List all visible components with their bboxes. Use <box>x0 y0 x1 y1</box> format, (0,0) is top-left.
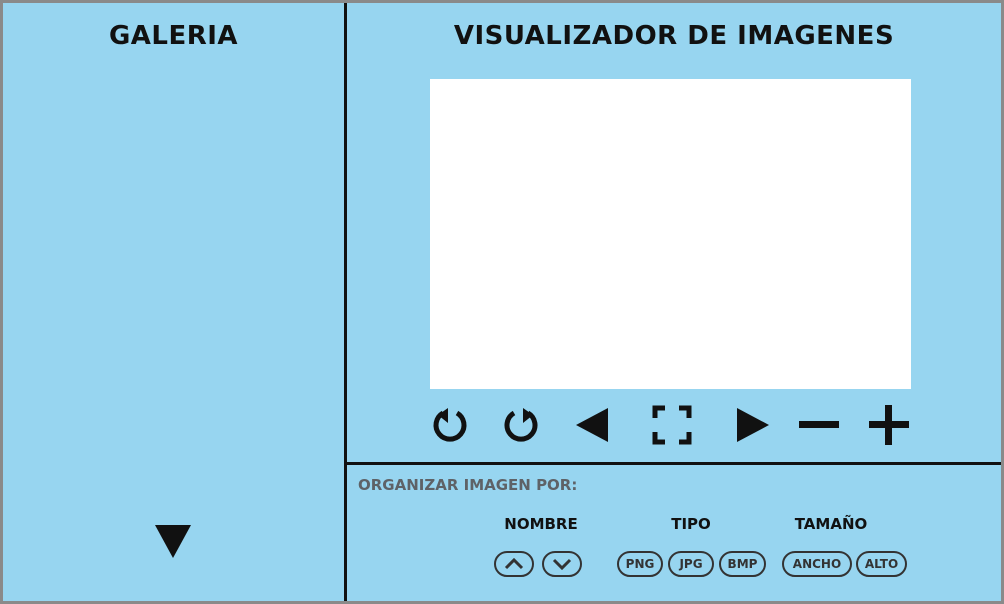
panel-divider-vertical <box>344 3 347 601</box>
rotate-right-button[interactable] <box>499 403 543 447</box>
zoom-out-icon <box>799 421 839 428</box>
gallery-title: GALERIA <box>108 21 239 51</box>
filter-jpg-button[interactable]: JPG <box>668 551 714 577</box>
fullscreen-icon <box>652 405 692 445</box>
triangle-down-icon <box>155 525 191 558</box>
sort-name-ascending-button[interactable] <box>494 551 534 577</box>
sort-name-descending-button[interactable] <box>542 551 582 577</box>
sort-width-button[interactable]: ANCHO <box>782 551 852 577</box>
sort-size-label: TAMAÑO <box>794 515 868 533</box>
filter-bmp-button[interactable]: BMP <box>719 551 766 577</box>
gallery-scroll-down-button[interactable] <box>153 521 193 561</box>
viewer-title: VISUALIZADOR DE IMAGENES <box>453 21 895 51</box>
sort-type-label: TIPO <box>671 515 711 533</box>
zoom-in-button[interactable] <box>867 403 911 447</box>
next-icon <box>737 408 769 442</box>
sort-name-label: NOMBRE <box>504 515 578 533</box>
rotate-left-button[interactable] <box>428 403 472 447</box>
chevron-up-icon <box>504 558 524 570</box>
previous-button[interactable] <box>570 403 614 447</box>
sort-height-button[interactable]: ALTO <box>856 551 907 577</box>
fullscreen-button[interactable] <box>650 403 694 447</box>
rotate-left-icon <box>433 408 467 442</box>
zoom-in-icon <box>869 405 909 445</box>
next-button[interactable] <box>731 403 775 447</box>
organize-label: ORGANIZAR IMAGEN POR: <box>358 476 578 494</box>
panel-divider-horizontal <box>344 462 1001 465</box>
app-window: GALERIA VISUALIZADOR DE IMAGENES ORGANIZ… <box>3 3 1001 601</box>
filter-png-button[interactable]: PNG <box>617 551 663 577</box>
chevron-down-icon <box>552 558 572 570</box>
previous-icon <box>576 408 608 442</box>
zoom-out-button[interactable] <box>797 403 841 447</box>
image-canvas <box>430 79 911 389</box>
rotate-right-icon <box>504 408 538 442</box>
